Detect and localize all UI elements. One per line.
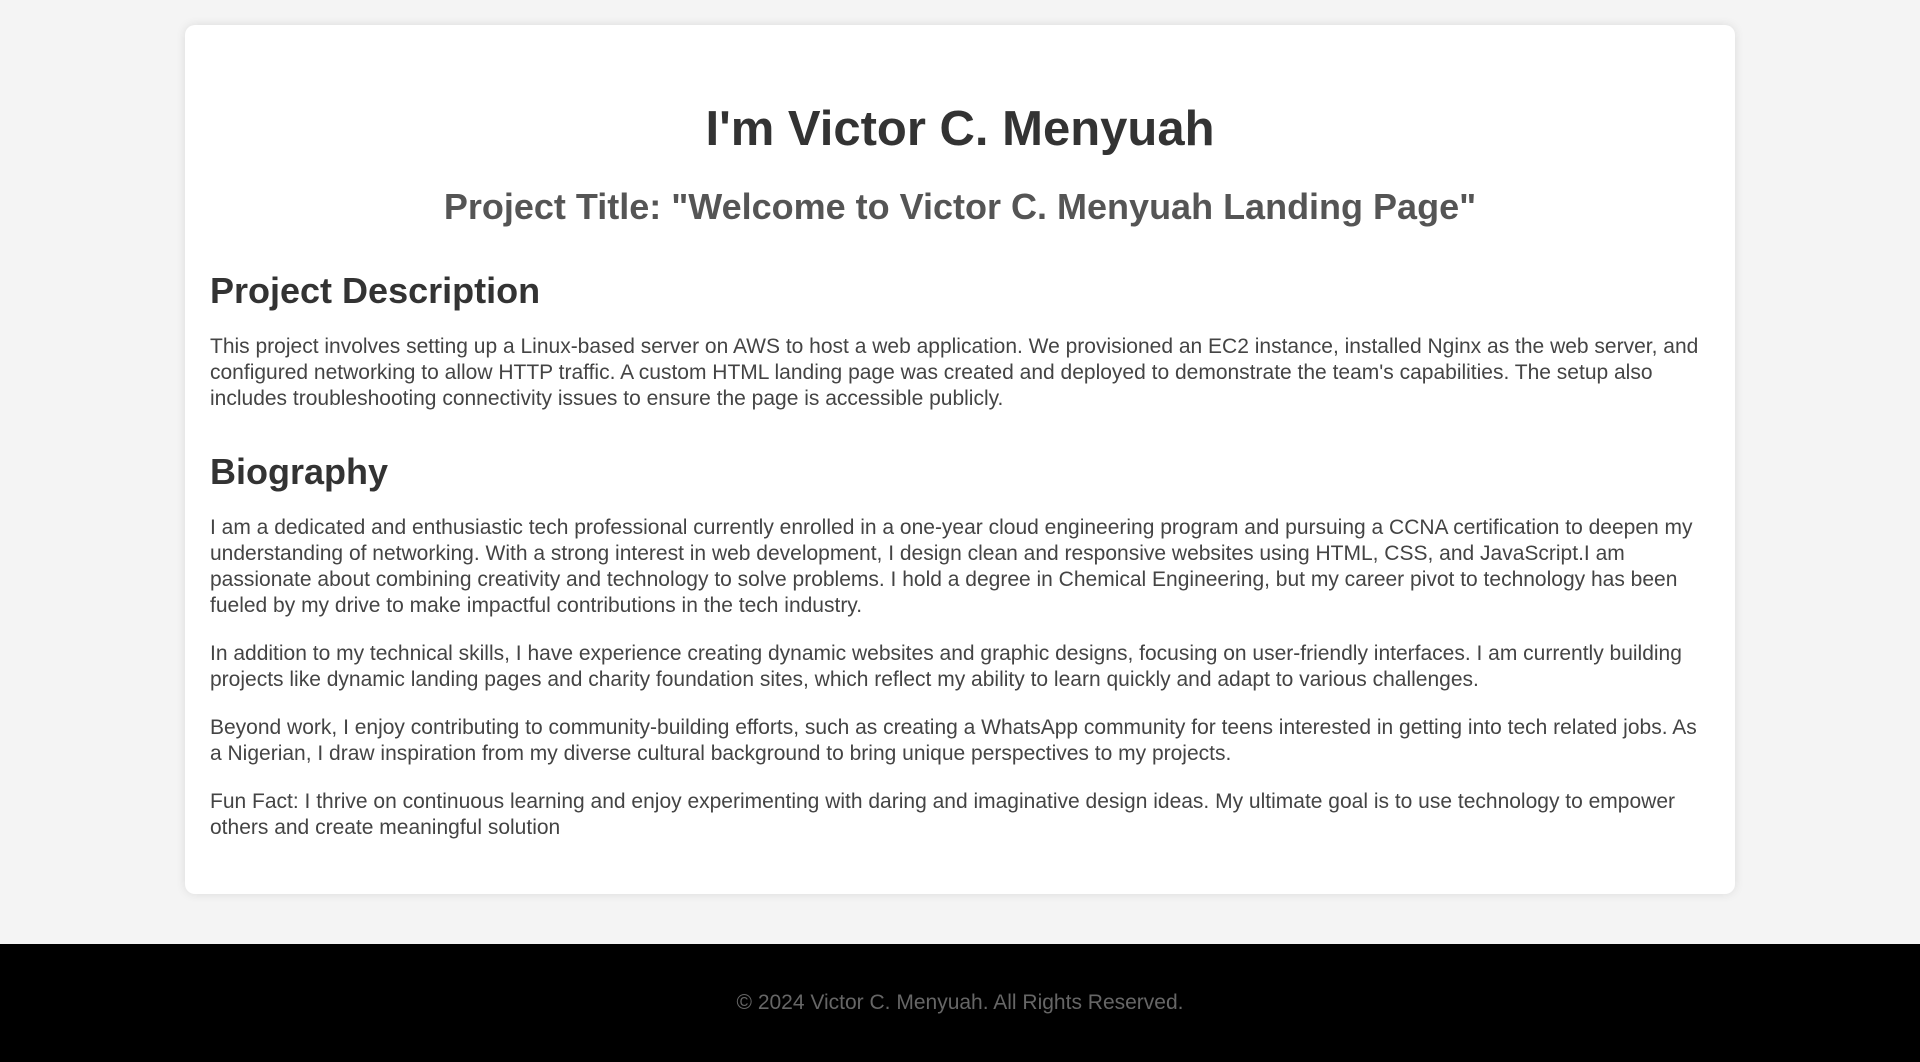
project-description-text: This project involves setting up a Linux… bbox=[210, 335, 1699, 410]
page-title: I'm Victor C. Menyuah bbox=[705, 102, 1215, 156]
project-description-section: Project Description This project involve… bbox=[210, 273, 1710, 412]
fun-fact-paragraph: Fun Fact: I thrive on continuous learnin… bbox=[210, 790, 1675, 839]
project-description-heading: Project Description bbox=[210, 270, 541, 311]
biography-section: Biography I am a dedicated and enthusias… bbox=[210, 454, 1710, 841]
project-title: Project Title: "Welcome to Victor C. Men… bbox=[443, 186, 1477, 227]
biography-paragraph: In addition to my technical skills, I ha… bbox=[210, 642, 1682, 691]
copyright-text: © 2024 Victor C. Menyuah. All Rights Res… bbox=[736, 991, 1184, 1014]
page-footer: © 2024 Victor C. Menyuah. All Rights Res… bbox=[0, 944, 1920, 1062]
biography-heading: Biography bbox=[210, 451, 389, 492]
content-card: I'm Victor C. Menyuah Project Title: "We… bbox=[185, 25, 1735, 894]
biography-paragraph: I am a dedicated and enthusiastic tech p… bbox=[210, 516, 1693, 617]
biography-paragraph: Beyond work, I enjoy contributing to com… bbox=[210, 716, 1697, 765]
hero-header: I'm Victor C. Menyuah Project Title: "We… bbox=[210, 105, 1710, 225]
